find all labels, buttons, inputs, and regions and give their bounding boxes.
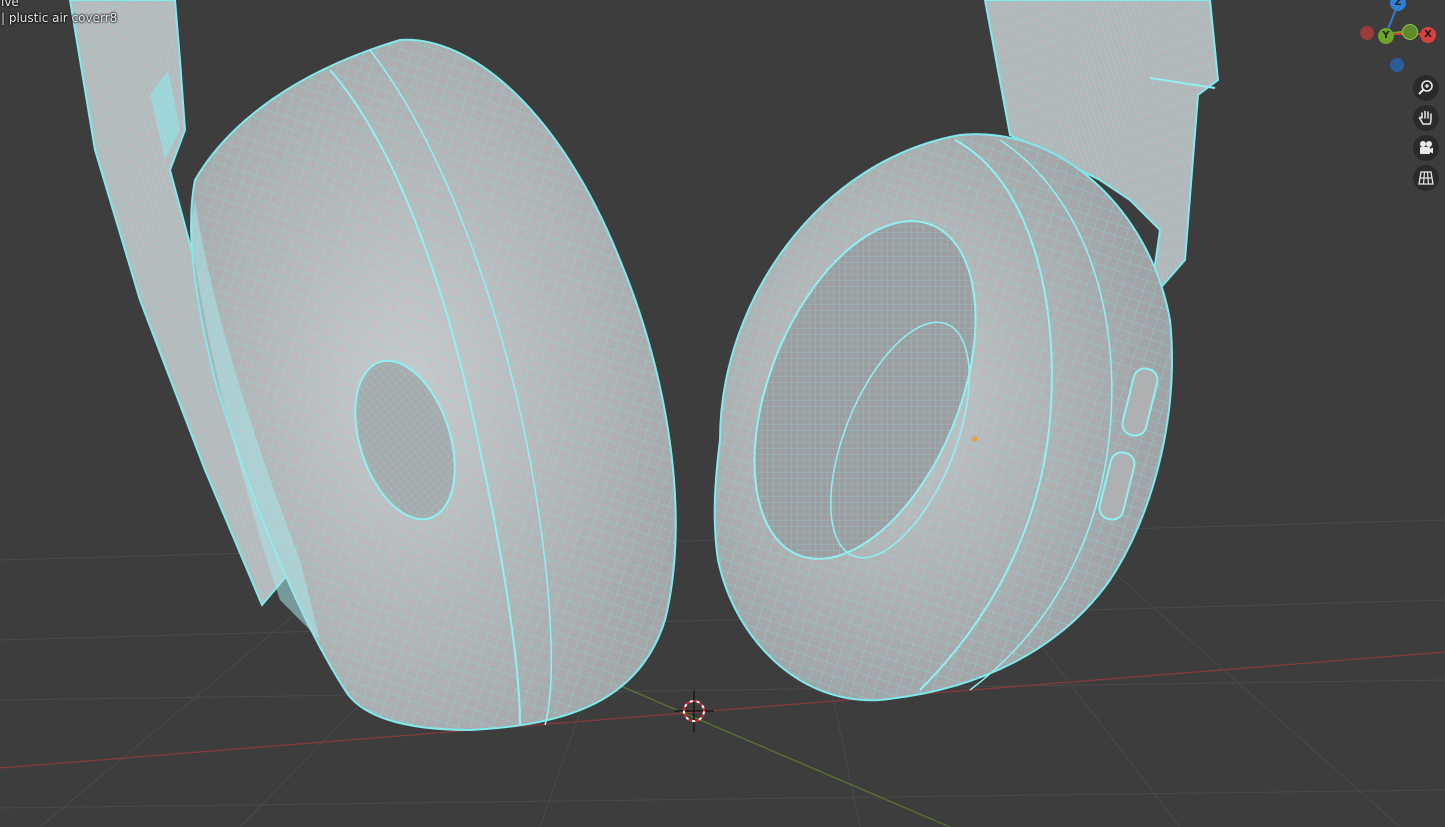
gizmo-neg-z-axis[interactable] bbox=[1390, 58, 1404, 72]
3d-viewport[interactable]: ive | plustic air coverr8 Z Y X bbox=[0, 0, 1445, 827]
pan-hand-icon bbox=[1418, 110, 1432, 125]
zoom-button[interactable] bbox=[1413, 75, 1439, 101]
right-ear-cup bbox=[713, 133, 1173, 702]
zoom-icon bbox=[1418, 80, 1433, 95]
camera-view-button[interactable] bbox=[1413, 135, 1439, 161]
object-origin bbox=[972, 436, 978, 442]
x-axis-line bbox=[0, 651, 1445, 769]
grid-perspective-icon bbox=[1418, 171, 1434, 185]
gizmo-x-axis[interactable]: X bbox=[1420, 27, 1436, 43]
3d-cursor-icon[interactable] bbox=[674, 690, 714, 732]
navigation-gizmo[interactable]: Z Y X bbox=[1352, 0, 1445, 80]
viewport-scene[interactable] bbox=[0, 0, 1445, 827]
active-object-label: | plustic air coverr8 bbox=[1, 11, 118, 25]
pan-button[interactable] bbox=[1413, 105, 1439, 131]
camera-icon bbox=[1420, 141, 1433, 154]
gizmo-neg-x-axis[interactable] bbox=[1360, 26, 1374, 40]
viewport-mode-label: ive bbox=[1, 0, 19, 9]
left-ear-cup bbox=[190, 38, 677, 732]
gizmo-neg-y-axis[interactable] bbox=[1402, 24, 1418, 40]
perspective-toggle-button[interactable] bbox=[1413, 165, 1439, 191]
gizmo-y-axis[interactable]: Y bbox=[1378, 28, 1394, 44]
